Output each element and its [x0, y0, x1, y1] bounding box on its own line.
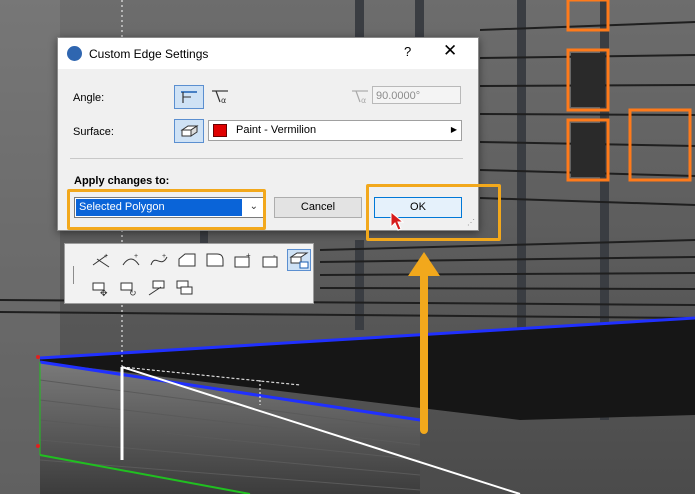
apply-changes-label: Apply changes to: [74, 175, 170, 187]
move-node-icon: ✥ [92, 282, 108, 297]
toolbar-grip-handle[interactable] [73, 266, 74, 284]
mouse-cursor-icon [390, 211, 404, 231]
subtract-corner-tool[interactable]: - [259, 249, 283, 271]
archicad-app-icon [67, 46, 82, 61]
svg-text:α: α [361, 96, 366, 104]
surface-select[interactable]: Paint - Vermilion ▶ [208, 120, 462, 141]
highlight-ok-button [366, 184, 501, 241]
svg-text:+: + [104, 253, 108, 260]
surface-label: Surface: [73, 126, 114, 138]
add-curve-icon: + [122, 253, 140, 266]
close-button[interactable]: ✕ [443, 41, 457, 61]
fillet-icon [206, 253, 224, 267]
custom-edge-icon [289, 252, 309, 269]
rotate-node-tool[interactable]: ↻ [117, 277, 141, 299]
divider [70, 158, 463, 159]
chamfer-icon [178, 253, 196, 267]
svg-text:✥: ✥ [100, 288, 108, 297]
custom-angle-icon: α [212, 90, 228, 104]
edit-polygon-toolbar: + + + + - ✥ ↻ [64, 243, 314, 304]
cancel-button[interactable]: Cancel [274, 197, 362, 218]
offset-edge-icon [148, 280, 165, 296]
svg-text:↻: ↻ [129, 288, 137, 297]
move-node-tool[interactable]: ✥ [89, 277, 113, 299]
dialog-title: Custom Edge Settings [89, 47, 209, 61]
help-button[interactable]: ? [404, 44, 411, 59]
add-edge-tool[interactable]: + [89, 249, 113, 271]
chamfer-tool[interactable] [175, 249, 199, 271]
add-corner-icon: + [234, 251, 251, 268]
angle-perpendicular-button[interactable] [174, 85, 204, 109]
fillet-tool[interactable] [203, 249, 227, 271]
angle-alpha-icon: α [352, 90, 368, 104]
offset-all-icon [176, 280, 193, 295]
highlight-apply-changes [67, 189, 266, 230]
dialog-titlebar[interactable]: Custom Edge Settings ? ✕ [58, 38, 478, 69]
svg-text:+: + [162, 253, 166, 260]
surface-material-icon [180, 125, 199, 137]
svg-text:-: - [273, 251, 276, 260]
angle-label: Angle: [73, 92, 105, 104]
add-bezier-tool[interactable]: + [147, 249, 171, 271]
custom-edge-tool[interactable] [287, 249, 311, 271]
perpendicular-angle-icon [181, 91, 197, 103]
offset-all-tool[interactable] [173, 277, 197, 299]
surface-override-button[interactable] [174, 119, 204, 143]
add-bezier-icon: + [150, 253, 168, 266]
subtract-corner-icon: - [262, 251, 278, 268]
add-curve-tool[interactable]: + [119, 249, 143, 271]
offset-edge-tool[interactable] [145, 277, 169, 299]
surface-color-swatch [213, 124, 227, 137]
angle-value-field[interactable]: 90.0000° [372, 86, 461, 104]
svg-text:+: + [134, 253, 138, 260]
rotate-node-icon: ↻ [120, 282, 137, 297]
svg-text:+: + [246, 251, 251, 260]
chevron-right-icon: ▶ [450, 125, 457, 134]
add-corner-tool[interactable]: + [231, 249, 255, 271]
surface-select-value: Paint - Vermilion [236, 124, 317, 136]
svg-text:α: α [221, 96, 226, 104]
annotation-arrow-up-icon [408, 252, 440, 434]
angle-value-icon: α [349, 85, 371, 107]
custom-angle-button[interactable]: α [209, 85, 231, 107]
add-edge-icon: + [92, 253, 110, 268]
